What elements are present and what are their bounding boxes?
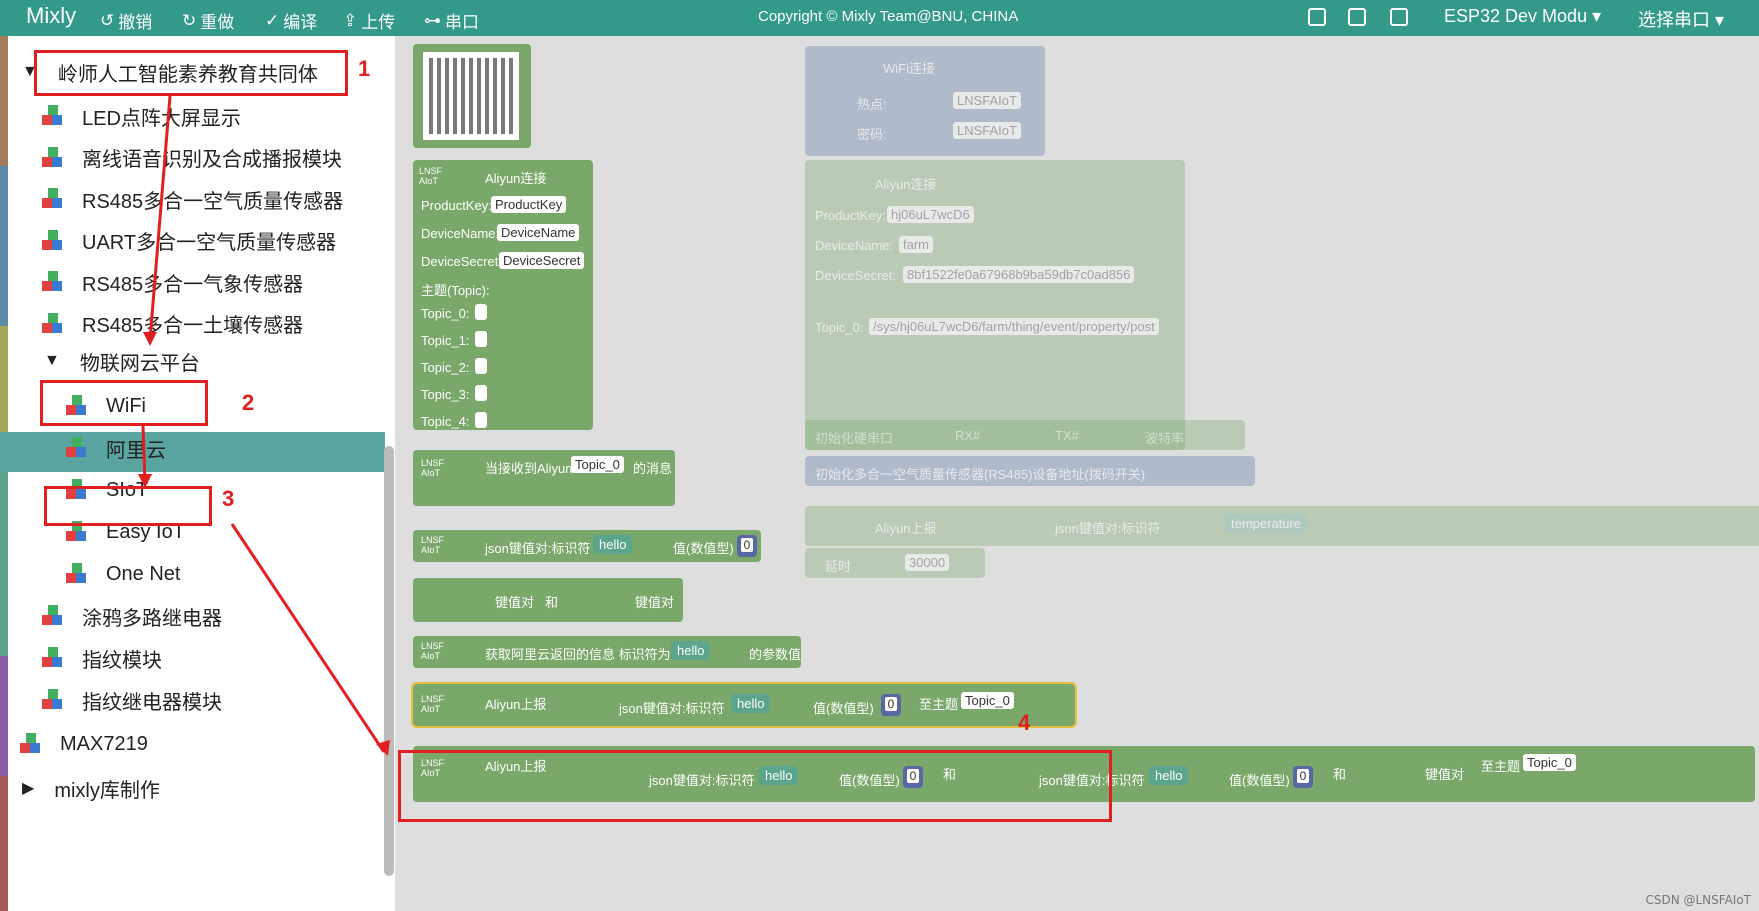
annotation-arrows bbox=[138, 95, 390, 756]
